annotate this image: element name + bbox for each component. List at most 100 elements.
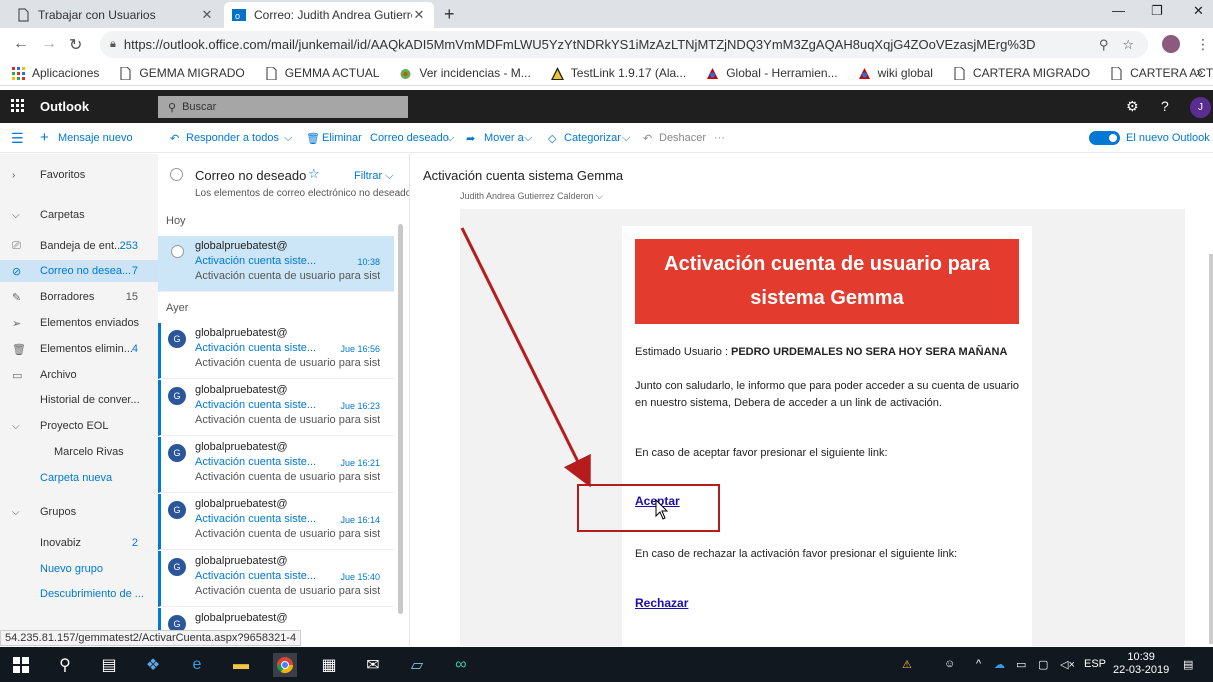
message-item[interactable]: G globalpruebatest@ Activación cuenta si… [158,551,394,607]
search-input[interactable]: ⚲ Buscar [158,96,408,118]
network-icon[interactable]: ▭ [1016,658,1026,671]
display-icon[interactable]: ▢ [1038,658,1048,671]
task-view-icon[interactable]: ▤ [97,653,121,677]
message-list-scrollbar[interactable] [398,224,403,614]
profile-avatar[interactable] [1162,35,1180,53]
store-icon[interactable]: ▦ [317,653,341,677]
reading-pane-scrollbar[interactable] [1209,254,1213,644]
notepad-icon[interactable]: ▱ [405,653,429,677]
window-close-icon[interactable]: ✕ [1193,3,1204,19]
delete-button[interactable]: Eliminar [322,132,362,144]
input-language[interactable]: ESP [1084,658,1106,670]
bookmark-star-icon[interactable]: ☆ [1122,37,1134,53]
new-folder-link[interactable]: Carpeta nueva [0,467,158,489]
system-clock[interactable]: 10:39 22-03-2019 [1113,651,1169,677]
new-group-link[interactable]: Nuevo grupo [0,558,158,580]
junk-button[interactable]: Correo deseado [370,132,449,144]
address-bar[interactable]: 🔒︎ https://outlook.office.com/mail/junke… [100,31,1148,58]
action-center-icon[interactable]: ▤ [1183,658,1193,671]
discover-groups-link[interactable]: Descubrimiento de ... [0,583,158,605]
windows-start-icon[interactable] [9,653,33,677]
folder-conversation-history[interactable]: Historial de conver... [0,389,158,411]
onedrive-icon[interactable]: ☁ [994,658,1005,671]
groups-header[interactable]: ⌵ Grupos [0,501,158,523]
chevron-down-icon[interactable]: ⌵ [12,421,20,432]
reload-icon[interactable]: ↻ [69,35,82,55]
categorize-chevron-down-icon[interactable]: ⌵ [622,132,630,145]
restore-icon[interactable]: ❐ [1151,3,1163,19]
accept-link[interactable]: Aceptar [635,494,680,508]
folder-marcelo-rivas[interactable]: Marcelo Rivas [0,441,158,463]
minimize-icon[interactable]: — [1112,3,1125,18]
show-hidden-icons-chevron[interactable]: ^ [976,658,981,670]
people-icon[interactable]: ☺ [944,658,955,670]
new-message-button[interactable]: Mensaje nuevo [58,132,133,144]
app-launcher-icon[interactable] [11,99,25,113]
bookmark-item[interactable]: TestLink 1.9.17 (Ala... [550,66,686,80]
message-item[interactable]: G globalpruebatest@ Activación cuenta si… [158,494,394,550]
folder-carpetas[interactable]: ⌵ Carpetas [0,204,158,226]
reply-chevron-down-icon[interactable]: ⌵ [284,132,292,145]
email-sender[interactable]: Judith Andrea Gutierrez Calderon ⌵ [460,191,603,202]
chevron-down-icon[interactable]: ⌵ [12,507,20,518]
chevron-down-icon[interactable]: ⌵ [12,210,20,221]
message-item[interactable]: globalpruebatest@ Activación cuenta sist… [158,236,394,292]
back-arrow-icon[interactable]: ← [13,35,29,53]
categorize-button[interactable]: Categorizar [564,132,621,144]
help-icon[interactable]: ? [1161,98,1169,114]
file-explorer-icon[interactable]: ▬ [229,653,253,677]
chrome-icon[interactable] [273,653,297,677]
reply-all-button[interactable]: Responder a todos [186,132,279,144]
chevron-right-icon[interactable]: › [12,170,15,181]
bookmark-item[interactable]: Global - Herramien... [706,66,838,80]
message-item[interactable]: G globalpruebatest@ Activación cuenta si… [158,380,394,436]
message-item[interactable]: G globalpruebatest@ Activación cuenta si… [158,437,394,493]
reject-link[interactable]: Rechazar [635,596,688,610]
settings-gear-icon[interactable]: ⚙ [1126,98,1139,115]
folder-proyecto-eol[interactable]: ⌵ Proyecto EOL [0,415,158,437]
tab-correo[interactable]: o Correo: Judith Andrea Gutierrez C ✕ [224,2,434,28]
select-all-checkbox[interactable] [170,168,183,181]
bookmark-item[interactable]: Ver incidencias - M... [399,66,531,80]
folder-deleted[interactable]: 🗑︎ Elementos elimin... 4 [0,338,158,360]
speaker-muted-icon[interactable]: ◁× [1060,658,1075,671]
tab-trabajar-usuarios[interactable]: Trabajar con Usuarios ✕ [8,2,222,28]
bookmark-item[interactable]: wiki global [858,66,933,80]
more-bookmarks-chevron-icon[interactable]: » [1196,65,1203,79]
dropbox-icon[interactable]: ❖ [141,653,165,677]
filter-button[interactable]: Filtrar ⌵ [354,170,394,183]
zoom-icon[interactable]: ⚲ [1099,37,1109,53]
folder-junk[interactable]: ⊘ Correo no desea... 7 [0,260,158,282]
edge-icon[interactable]: e [185,653,209,677]
folder-sent[interactable]: ➢ Elementos enviados [0,312,158,334]
folder-drafts[interactable]: ✎ Borradores 15 [0,286,158,308]
outlook-brand[interactable]: Outlook [40,99,89,114]
new-outlook-toggle[interactable] [1089,131,1120,145]
close-icon[interactable]: ✕ [412,7,426,23]
move-button[interactable]: Mover a [484,132,524,144]
account-avatar[interactable]: J [1190,97,1211,118]
bookmark-item[interactable]: CARTERA MIGRADO [953,66,1090,80]
arduino-icon[interactable]: ∞ [449,653,473,677]
bookmark-item[interactable]: GEMMA MIGRADO [119,66,245,80]
mail-icon[interactable]: ✉ [361,653,385,677]
more-options-icon[interactable]: ··· [714,132,725,144]
junk-chevron-down-icon[interactable]: ⌵ [446,132,454,145]
chrome-menu-icon[interactable]: ⋮ [1196,36,1210,53]
close-icon[interactable]: ✕ [200,7,214,23]
new-tab-button[interactable]: + [444,4,455,25]
folder-inbox[interactable]: ⎚ Bandeja de ent... 253 [0,235,158,257]
undo-button[interactable]: Deshacer [659,132,706,144]
notification-warning-icon[interactable]: ⚠ [902,658,912,671]
forward-arrow-icon[interactable]: → [41,35,57,53]
select-message-checkbox[interactable] [171,245,184,258]
hamburger-menu-icon[interactable]: ☰ [11,130,24,147]
folder-favoritos[interactable]: › Favoritos [0,164,158,186]
bookmark-item[interactable]: Aplicaciones [12,66,99,80]
group-inovabiz[interactable]: Inovabiz 2 [0,532,158,554]
folder-archive[interactable]: ▭ Archivo [0,364,158,386]
message-item[interactable]: G globalpruebatest@ Activación cuenta si… [158,323,394,379]
favorite-star-icon[interactable]: ☆ [308,166,320,182]
bookmark-item[interactable]: GEMMA ACTUAL [265,66,379,80]
move-chevron-down-icon[interactable]: ⌵ [524,132,532,145]
